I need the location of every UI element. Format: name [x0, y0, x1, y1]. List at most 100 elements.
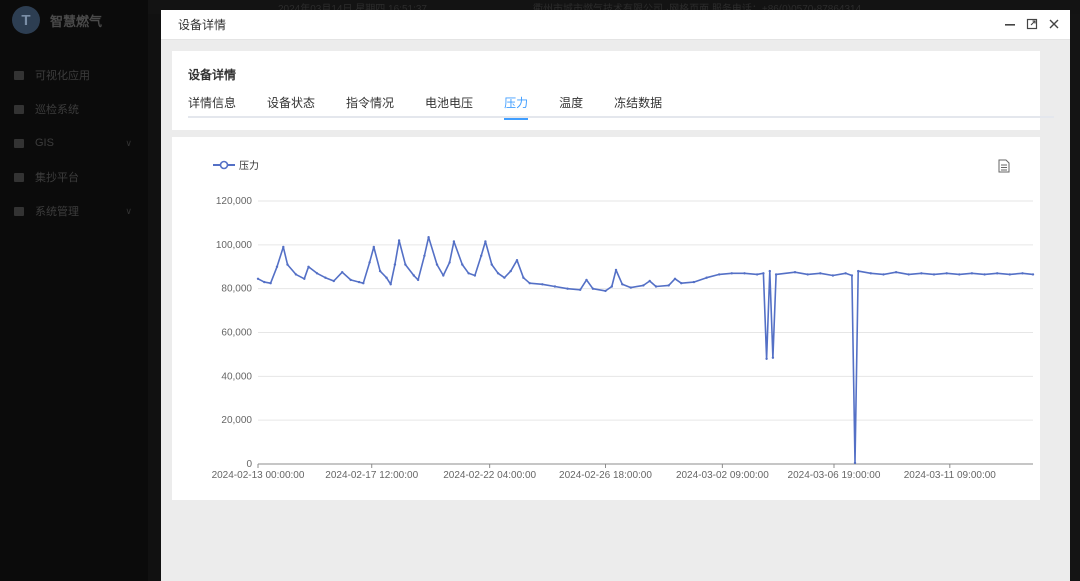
data-point	[303, 277, 306, 280]
data-point	[844, 272, 847, 275]
detail-panel: 设备详情 详情信息 设备状态 指令情况 电池电压 压力 温度 冻结数据	[172, 51, 1054, 130]
data-point	[755, 273, 759, 276]
data-point	[357, 280, 361, 284]
data-point	[774, 273, 778, 276]
data-point	[1008, 273, 1011, 276]
data-point	[349, 278, 352, 282]
legend-label: 压力	[239, 161, 259, 172]
tab-device-status[interactable]: 设备状态	[267, 94, 315, 118]
monitor-icon	[14, 172, 24, 182]
data-point	[256, 277, 260, 280]
y-tick-label: 0	[246, 459, 252, 470]
sidebar-item-label: 集抄平台	[35, 172, 79, 184]
data-view-icon[interactable]	[998, 159, 1010, 178]
sidebar-item-visualization[interactable]: 可视化应用	[0, 58, 148, 92]
data-point	[566, 287, 569, 290]
data-point	[765, 357, 768, 360]
sidebar-item-meter-reading[interactable]: 集抄平台	[0, 160, 148, 194]
legend-line-icon	[213, 160, 235, 169]
data-point	[332, 279, 335, 283]
tab-commands[interactable]: 指令情况	[346, 94, 394, 118]
pressure-series-line	[257, 236, 1034, 464]
data-point	[730, 272, 733, 275]
modal-title: 设备详情	[178, 18, 227, 32]
chevron-down-icon: ∨	[125, 206, 132, 216]
scrollbar	[1070, 14, 1080, 581]
app-name: 智慧燃气	[50, 13, 103, 29]
x-tick-label: 2024-03-06 19:00:00	[788, 470, 881, 481]
data-point	[743, 272, 746, 275]
data-point	[932, 273, 936, 276]
data-point	[958, 273, 961, 276]
y-tick-label: 100,000	[216, 240, 253, 251]
data-point	[263, 280, 266, 284]
data-point	[473, 274, 477, 277]
x-tick-label: 2024-02-17 12:00:00	[325, 470, 418, 481]
sidebar-item-inspection[interactable]: 巡检系统	[0, 92, 148, 126]
sidebar: T 智慧燃气 可视化应用 巡检系统 GIS ∨ 集抄平台 系统管理 ∨	[0, 0, 148, 581]
data-point	[591, 287, 595, 290]
data-point	[412, 274, 415, 277]
data-point	[435, 263, 439, 266]
data-point	[416, 278, 420, 282]
minimize-icon[interactable]	[1002, 16, 1018, 32]
chart-panel: 0 20,000 40,000 60,000 80,000 100,000 120,000 2…	[172, 137, 1040, 500]
y-tick-label: 80,000	[221, 284, 252, 295]
data-point	[484, 240, 487, 243]
data-point	[269, 282, 272, 285]
sidebar-item-label: GIS	[35, 137, 54, 149]
navigation-icon	[14, 138, 24, 148]
tab-frozen-data[interactable]: 冻结数据	[614, 94, 662, 118]
sidebar-item-system-management[interactable]: 系统管理 ∨	[0, 194, 148, 228]
data-point	[467, 272, 470, 275]
data-point	[427, 236, 430, 239]
data-point	[522, 276, 525, 279]
x-tick-label: 2024-02-13 00:00:00	[212, 470, 305, 481]
data-point	[850, 274, 854, 277]
x-tick-label: 2024-02-22 04:00:00	[443, 470, 536, 481]
sidebar-item-gis[interactable]: GIS ∨	[0, 126, 148, 160]
data-point	[275, 265, 279, 268]
sidebar-item-label: 巡检系统	[35, 104, 79, 116]
data-point	[452, 240, 456, 243]
data-point	[648, 279, 651, 283]
y-tick-label: 20,000	[221, 415, 252, 426]
camera-icon	[14, 104, 24, 114]
chart-legend[interactable]: 压力	[213, 157, 259, 172]
data-point	[614, 268, 618, 272]
tab-details[interactable]: 详情信息	[188, 94, 236, 118]
x-tick-label: 2024-03-02 09:00:00	[676, 470, 769, 481]
data-point	[629, 286, 632, 289]
data-point	[1031, 273, 1035, 276]
data-point	[553, 285, 557, 288]
data-point	[831, 274, 835, 277]
data-point	[389, 283, 392, 286]
tab-battery-voltage[interactable]: 电池电压	[425, 94, 473, 118]
data-point	[642, 284, 645, 287]
data-point	[806, 273, 809, 276]
data-point	[621, 283, 624, 286]
tab-temperature[interactable]: 温度	[559, 94, 583, 118]
data-point	[705, 276, 708, 279]
data-point	[324, 276, 327, 279]
data-point	[461, 263, 464, 266]
data-point	[362, 282, 365, 285]
logo-icon: T	[12, 6, 40, 34]
data-point	[541, 283, 544, 286]
data-point	[907, 273, 910, 276]
data-point	[667, 284, 670, 287]
y-tick-label: 120,000	[216, 196, 253, 207]
close-icon[interactable]	[1046, 16, 1062, 32]
maximize-icon[interactable]	[1024, 16, 1040, 32]
y-tick-label: 40,000	[221, 371, 252, 382]
data-point	[509, 269, 512, 273]
data-point	[970, 272, 974, 275]
detail-tabs: 详情信息 设备状态 指令情况 电池电压 压力 温度 冻结数据	[188, 94, 1054, 120]
data-point	[610, 285, 613, 288]
data-point	[692, 280, 696, 284]
data-point	[442, 274, 445, 277]
data-point	[1021, 272, 1024, 275]
tab-pressure[interactable]: 压力	[504, 94, 529, 120]
sidebar-menu: 可视化应用 巡检系统 GIS ∨ 集抄平台 系统管理 ∨	[0, 58, 148, 228]
data-point	[448, 261, 451, 264]
